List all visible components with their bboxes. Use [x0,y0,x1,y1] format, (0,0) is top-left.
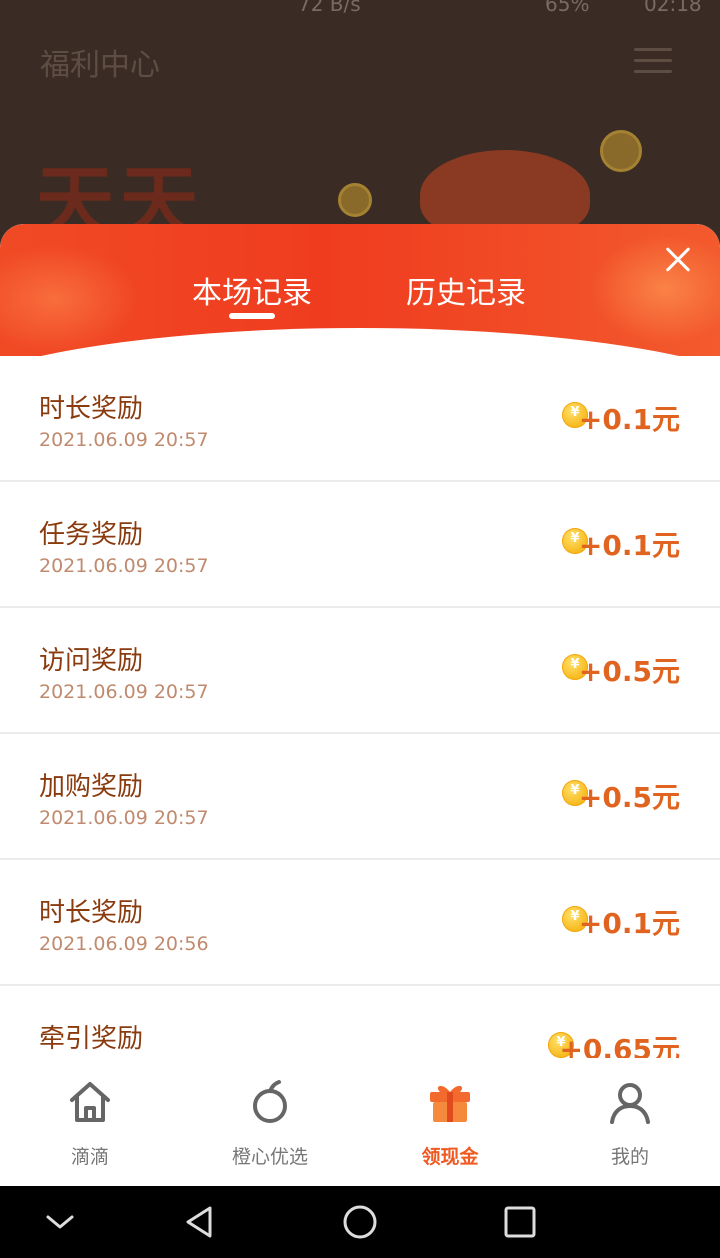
list-item: 牵引奖励 +0.65元 [0,986,720,1058]
background-page: 72 B/s 65% 02:18 福利中心 天天 [0,0,720,260]
battery-level: 65% [545,0,590,16]
tab-history[interactable]: 历史记录 [406,268,526,312]
nav-label: 橙心优选 [231,1146,308,1168]
nav-item-me[interactable]: 我的 [540,1058,720,1186]
coin-icon [600,130,642,172]
record-time: 2021.06.09 20:57 [39,429,209,451]
net-speed: 72 B/s [298,0,361,16]
record-title: 加购奖励 [39,772,144,802]
record-amount: +0.1元 [578,907,680,940]
record-amount: +0.1元 [578,403,680,436]
record-time: 2021.06.09 20:56 [39,933,209,955]
nav-label: 滴滴 [70,1146,109,1168]
record-time: 2021.06.09 20:57 [39,555,209,577]
record-time: 2021.06.09 20:57 [39,807,209,829]
clock: 02:18 [644,0,702,16]
record-time: 2021.06.09 20:57 [39,681,209,703]
coin-icon [338,183,372,217]
tab-current-session[interactable]: 本场记录 [192,268,312,312]
sheet-header: 本场记录 历史记录 [0,224,720,418]
list-item: 任务奖励 2021.06.09 20:57 +0.1元 [0,482,720,608]
menu-icon [634,48,672,74]
record-title: 牵引奖励 [39,1024,144,1054]
list-item: 时长奖励 2021.06.09 20:57 +0.1元 [0,356,720,482]
recent-apps-icon[interactable] [502,1204,538,1240]
records-sheet: 本场记录 历史记录 时长奖励 2021.06.09 20:57 +0.1元 任务… [0,224,720,1058]
record-amount: +0.5元 [578,655,680,688]
home-icon [70,1082,110,1122]
record-list: 时长奖励 2021.06.09 20:57 +0.1元 任务奖励 2021.06… [0,356,720,1058]
record-title: 时长奖励 [39,394,144,424]
record-amount: +0.65元 [559,1033,680,1058]
back-icon[interactable] [182,1204,218,1240]
record-title: 访问奖励 [39,646,144,676]
record-amount: +0.1元 [578,529,680,562]
nav-item-get-cash[interactable]: 领现金 [360,1058,540,1186]
list-item: 加购奖励 2021.06.09 20:57 +0.5元 [0,734,720,860]
user-icon [610,1083,650,1124]
active-tab-indicator [229,313,275,319]
collapse-icon[interactable] [42,1204,78,1240]
nav-item-didi[interactable]: 滴滴 [0,1058,180,1186]
bottom-nav: 滴滴 橙心优选 领现金 我的 [0,1058,720,1186]
nav-item-orange-select[interactable]: 橙心优选 [180,1058,360,1186]
orange-icon [253,1080,287,1123]
record-title: 时长奖励 [39,898,144,928]
header-decoration [590,234,720,344]
nav-label: 领现金 [421,1146,479,1168]
list-item: 访问奖励 2021.06.09 20:57 +0.5元 [0,608,720,734]
system-nav-bar [0,1186,720,1258]
status-bar: 72 B/s 65% 02:18 [0,0,720,18]
record-amount: +0.5元 [578,781,680,814]
header-decoration [0,244,140,354]
close-icon[interactable] [658,240,698,280]
list-item: 时长奖励 2021.06.09 20:56 +0.1元 [0,860,720,986]
nav-label: 我的 [610,1146,649,1168]
record-title: 任务奖励 [39,520,144,550]
home-circle-icon[interactable] [342,1204,378,1240]
gift-icon [430,1085,470,1122]
page-title: 福利中心 [40,48,160,83]
